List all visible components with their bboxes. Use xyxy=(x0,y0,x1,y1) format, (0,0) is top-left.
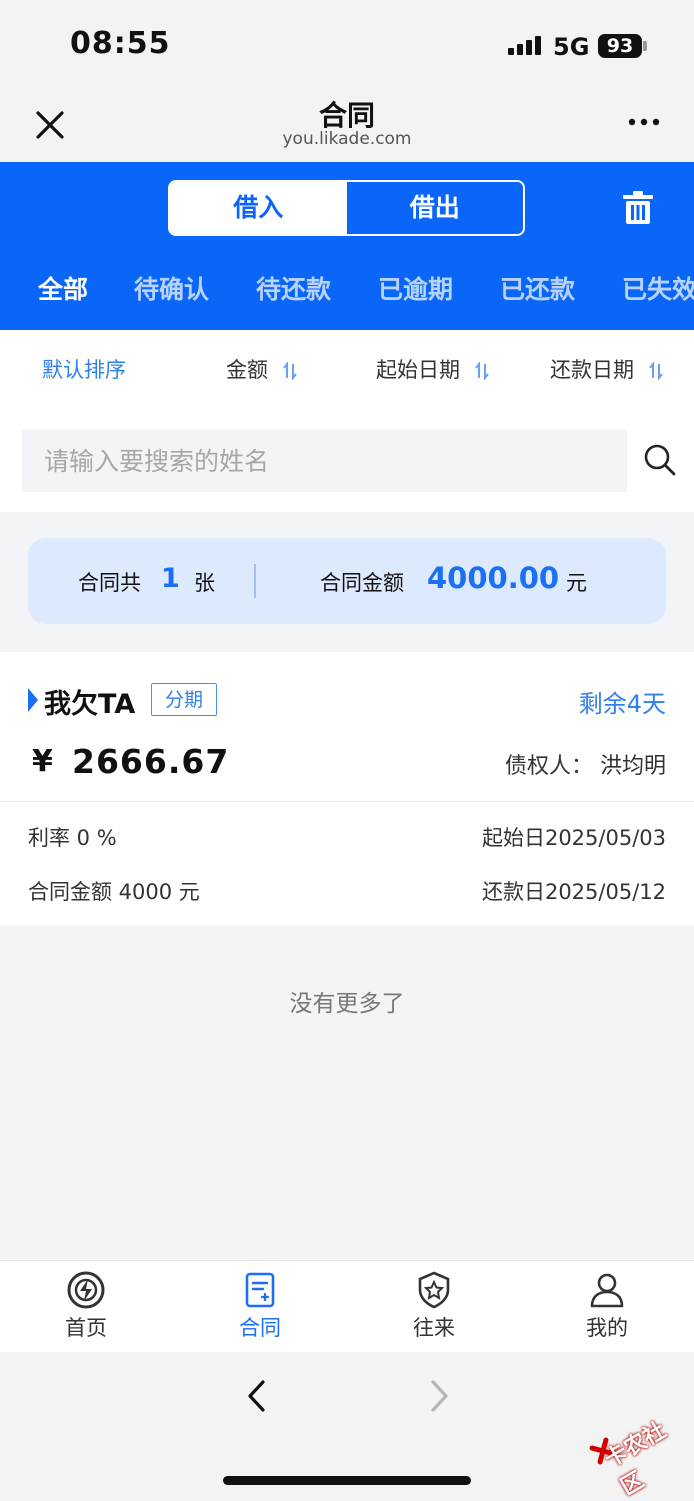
borrow-lend-toggle: 借入 借出 xyxy=(168,180,525,236)
home-icon xyxy=(67,1271,105,1309)
sort-default[interactable]: 默认排序 xyxy=(42,354,126,384)
sort-arrows-icon xyxy=(474,362,489,380)
battery-icon: 93 xyxy=(598,34,642,58)
sort-arrows-icon xyxy=(282,362,297,380)
card-divider xyxy=(0,801,694,802)
search-icon[interactable] xyxy=(640,440,680,480)
page-domain: you.likade.com xyxy=(282,129,412,149)
nav-exchange-label: 往来 xyxy=(413,1316,455,1340)
lend-out-tab[interactable]: 借出 xyxy=(346,182,523,234)
tab-overdue[interactable]: 已逾期 xyxy=(378,270,453,306)
total-amount: 4000.00 xyxy=(427,561,560,595)
contract-count: 1 xyxy=(161,563,180,594)
amount-label: 合同金额 xyxy=(320,571,404,595)
nav-profile[interactable]: 我的 xyxy=(547,1270,667,1342)
status-time: 08:55 xyxy=(70,26,171,61)
count-label: 合同共 xyxy=(78,571,141,595)
count-unit: 张 xyxy=(194,571,215,595)
creditor-name: 债权人： 洪均明 xyxy=(505,754,666,779)
nav-contract[interactable]: 合同 xyxy=(200,1270,320,1342)
status-tabs: 全部 待确认 待还款 已逾期 已还款 已失效 xyxy=(0,270,694,310)
summary-divider xyxy=(254,564,256,598)
contract-title: 我欠TA xyxy=(44,689,136,720)
sort-arrows-icon xyxy=(648,362,663,380)
chevron-left-icon[interactable] xyxy=(240,1378,276,1414)
sort-default-label: 默认排序 xyxy=(42,358,126,382)
nav-exchange[interactable]: 往来 xyxy=(374,1270,494,1342)
sort-amount-label: 金额 xyxy=(226,358,268,382)
sort-start-date[interactable]: 起始日期 xyxy=(376,354,489,384)
amount-unit: 元 xyxy=(566,571,587,595)
nav-contract-label: 合同 xyxy=(239,1316,281,1340)
contract-balance: 2666.67 xyxy=(72,742,230,781)
currency-symbol: ¥ xyxy=(32,744,53,779)
no-more-text: 没有更多了 xyxy=(289,991,405,1017)
shield-icon xyxy=(418,1271,450,1309)
network-type: 5G xyxy=(553,33,590,61)
sort-amount[interactable]: 金额 xyxy=(226,354,297,384)
chevron-right-icon[interactable] xyxy=(420,1378,456,1414)
home-indicator xyxy=(223,1476,471,1485)
trash-icon[interactable] xyxy=(620,190,656,226)
start-date: 起始日2025/05/03 xyxy=(481,826,666,850)
contract-amount: 合同金额 4000 元 xyxy=(28,880,200,904)
interest-rate: 利率 0 % xyxy=(28,826,117,850)
sort-repay-date-label: 还款日期 xyxy=(550,358,634,382)
borrow-in-tab[interactable]: 借入 xyxy=(170,182,347,234)
sort-start-date-label: 起始日期 xyxy=(376,358,460,382)
title-marker-icon xyxy=(28,688,38,712)
nav-home[interactable]: 首页 xyxy=(26,1270,146,1342)
search-input[interactable] xyxy=(22,430,627,492)
contract-icon xyxy=(245,1272,275,1308)
installment-badge: 分期 xyxy=(151,683,217,716)
repay-date: 还款日2025/05/12 xyxy=(481,880,666,904)
tab-pending-confirm[interactable]: 待确认 xyxy=(134,270,209,306)
tab-pending-repay[interactable]: 待还款 xyxy=(256,270,331,306)
tab-all[interactable]: 全部 xyxy=(38,270,88,306)
tab-expired[interactable]: 已失效 xyxy=(622,270,694,306)
page-title: 合同 xyxy=(318,99,375,132)
remaining-days: 剩余4天 xyxy=(578,690,666,718)
nav-profile-label: 我的 xyxy=(586,1316,628,1340)
battery-nub xyxy=(643,41,647,51)
user-icon xyxy=(590,1273,624,1308)
nav-home-label: 首页 xyxy=(65,1316,107,1340)
signal-icon xyxy=(508,36,541,55)
tab-repaid[interactable]: 已还款 xyxy=(500,270,575,306)
more-icon[interactable] xyxy=(624,110,664,134)
sort-repay-date[interactable]: 还款日期 xyxy=(550,354,663,384)
